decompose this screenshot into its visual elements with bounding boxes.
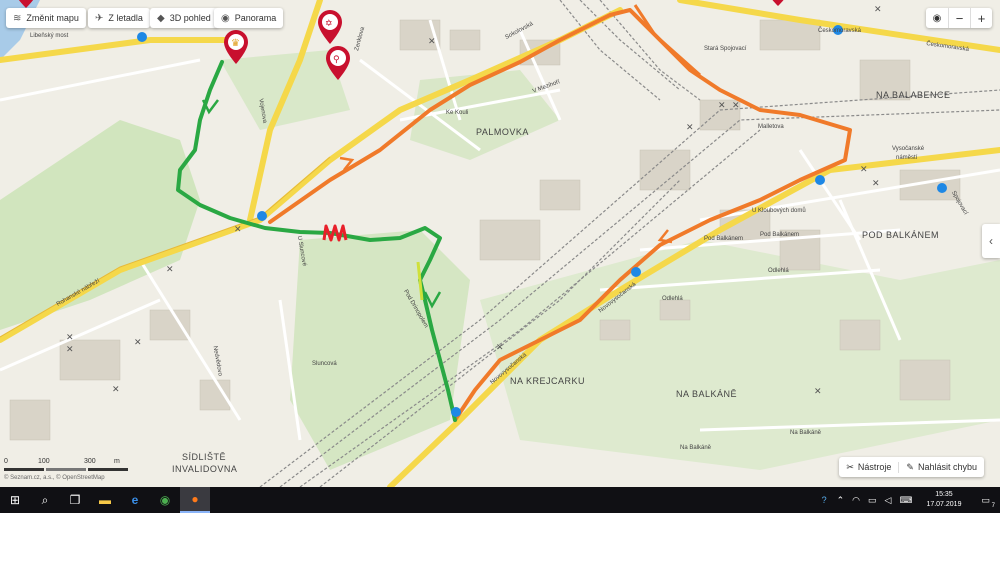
scale-unit: m xyxy=(114,458,120,465)
report-error-label: Nahlásit chybu xyxy=(917,462,977,472)
svg-text:✕: ✕ xyxy=(134,338,142,348)
scale-segment xyxy=(88,468,128,471)
panorama-label: Panorama xyxy=(234,13,277,23)
change-map-label: Změnit mapu xyxy=(26,13,79,23)
svg-text:✕: ✕ xyxy=(66,333,74,343)
svg-text:✕: ✕ xyxy=(496,343,504,353)
scale-segment xyxy=(46,468,86,471)
windows-icon: ⊞ xyxy=(9,493,21,507)
scale-zero: 0 xyxy=(4,458,8,465)
svg-text:✕: ✕ xyxy=(732,101,740,111)
orange-route-branch xyxy=(633,4,701,77)
locate-button[interactable]: ◉ xyxy=(926,8,948,28)
bicycle-icon: ⚲ xyxy=(333,55,340,65)
file-explorer-icon: ▬ xyxy=(99,493,111,507)
report-error-button[interactable]: ✎ Nahlásit chybu xyxy=(898,461,984,473)
panorama-button[interactable]: ◉ Panorama xyxy=(214,8,284,28)
pencil-icon: ✎ xyxy=(906,461,914,472)
scale-label-100: 100 xyxy=(38,458,50,465)
scale-label-300: 300 xyxy=(84,458,96,465)
search-icon: ⌕ xyxy=(41,492,49,507)
cube-icon: ◆ xyxy=(157,12,165,24)
scale-segment xyxy=(4,468,44,471)
zoom-in-button[interactable]: + xyxy=(970,8,992,28)
park-area xyxy=(480,240,1000,470)
map-layer: ♛ ✡ ⚲ ✕ ✕ ✕ ✕ ✕ ✕ ✕ ✕ ✕ ✕ ✕ ✕ ✕ ✕ ✕ xyxy=(0,0,1000,487)
map-tools-bar: ✂ Nástroje ✎ Nahlásit chybu xyxy=(839,457,984,477)
volume-icon[interactable]: ◁ xyxy=(885,495,892,506)
eye-icon: ◉ xyxy=(221,12,230,24)
svg-text:✕: ✕ xyxy=(428,37,436,47)
chrome-icon: ◉ xyxy=(159,493,171,507)
park-area xyxy=(0,120,200,330)
svg-text:✕: ✕ xyxy=(874,5,882,15)
edge-button[interactable]: e xyxy=(120,487,150,513)
svg-text:✕: ✕ xyxy=(860,165,868,175)
keyboard-icon[interactable]: ⌨ xyxy=(899,495,912,506)
svg-text:✕: ✕ xyxy=(112,385,120,395)
clock-time: 15:35 xyxy=(935,491,953,498)
zoom-controls: ◉ − + xyxy=(926,8,992,28)
map-canvas[interactable]: ♛ ✡ ⚲ ✕ ✕ ✕ ✕ ✕ ✕ ✕ ✕ ✕ ✕ ✕ ✕ ✕ ✕ ✕ PALMOVKA NA BA… xyxy=(0,0,1000,487)
marker-pin[interactable] xyxy=(768,0,788,6)
edge-icon: e xyxy=(131,493,139,507)
help-icon[interactable]: ? xyxy=(822,495,827,505)
side-panel-toggle[interactable]: ‹ xyxy=(982,224,1000,258)
tools-button[interactable]: ✂ Nástroje xyxy=(839,462,898,473)
crown-icon: ♛ xyxy=(231,38,240,49)
zoom-out-button[interactable]: − xyxy=(948,8,970,28)
svg-text:✕: ✕ xyxy=(718,101,726,111)
network-icon[interactable]: ◠ xyxy=(852,495,860,506)
plane-icon: ✈ xyxy=(95,12,104,24)
task-view-icon: ❐ xyxy=(69,493,81,507)
firefox-button[interactable]: ● xyxy=(180,487,210,513)
taskbar: ⊞ ⌕ ❐ ▬ e ◉ ● ? ⌃ ◠ ▭ ◁ ⌨ 15:35 17.07.20… xyxy=(0,487,1000,513)
system-tray: ? ⌃ ◠ ▭ ◁ ⌨ 15:35 17.07.2019 ▭ 7 xyxy=(816,487,1000,513)
view-3d-label: 3D pohled xyxy=(169,13,211,23)
from-plane-button[interactable]: ✈ Z letadla xyxy=(88,8,150,28)
clock-date: 17.07.2019 xyxy=(926,501,962,508)
from-plane-label: Z letadla xyxy=(108,13,143,23)
chevron-up-icon[interactable]: ⌃ xyxy=(837,495,845,506)
tools-icon: ✂ xyxy=(846,461,854,472)
clock[interactable]: 15:35 17.07.2019 xyxy=(926,490,961,510)
notification-count: 7 xyxy=(991,502,995,509)
target-icon: ◉ xyxy=(932,12,942,24)
svg-text:✕: ✕ xyxy=(686,123,694,133)
start-button[interactable]: ⊞ xyxy=(0,487,30,513)
view-3d-button[interactable]: ◆ 3D pohled xyxy=(150,8,218,28)
battery-icon[interactable]: ▭ xyxy=(868,495,877,506)
svg-text:✕: ✕ xyxy=(234,225,242,235)
task-view-button[interactable]: ❐ xyxy=(60,487,90,513)
copyright-text: © Seznam.cz, a.s., © OpenStreetMap xyxy=(4,475,105,481)
file-explorer-button[interactable]: ▬ xyxy=(90,487,120,513)
search-button[interactable]: ⌕ xyxy=(30,487,60,513)
change-map-button[interactable]: ≋ Změnit mapu xyxy=(6,8,86,28)
firefox-icon: ● xyxy=(191,492,199,506)
notification-button[interactable]: ▭ 7 xyxy=(981,494,995,509)
svg-text:✕: ✕ xyxy=(872,179,880,189)
tools-label: Nástroje xyxy=(857,462,892,472)
layers-icon: ≋ xyxy=(13,12,22,24)
svg-text:✕: ✕ xyxy=(66,345,74,355)
star-icon: ✡ xyxy=(325,19,333,29)
svg-text:✕: ✕ xyxy=(166,265,174,275)
chrome-button[interactable]: ◉ xyxy=(150,487,180,513)
notification-icon: ▭ xyxy=(981,494,990,505)
svg-text:✕: ✕ xyxy=(814,387,822,397)
